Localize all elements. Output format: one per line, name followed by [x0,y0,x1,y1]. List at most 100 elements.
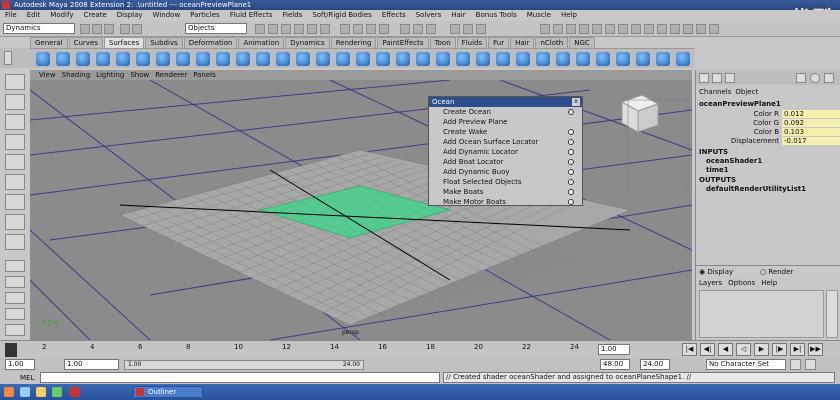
mask-icon[interactable] [268,24,278,34]
nurbs-shelf-tool-icon[interactable] [656,52,670,66]
ocean-menu-item[interactable]: Add Preview Plane [429,117,582,127]
attr-row[interactable]: Color B 0.103 [696,128,840,137]
nurbs-shelf-tool-icon[interactable] [236,52,250,66]
input-line-icon[interactable] [657,24,667,34]
menu-item[interactable]: Solvers [411,10,447,21]
shelf-tab[interactable]: Deformation [183,37,238,48]
menu-item[interactable]: Help [556,10,582,21]
shelf-tab[interactable]: General [30,37,68,48]
quicklaunch-icon[interactable] [52,387,62,397]
layer-render-radio[interactable]: ○ Render [760,268,793,276]
menu-item[interactable]: Particles [185,10,225,21]
close-panel-icon[interactable] [824,73,834,83]
nurbs-shelf-tool-icon[interactable] [296,52,310,66]
nurbs-shelf-tool-icon[interactable] [436,52,450,66]
snap-grid-icon[interactable] [340,24,350,34]
menu-item[interactable]: Muscle [522,10,556,21]
viewport-menu-item[interactable]: Shading [59,70,93,80]
layer-display-radio[interactable]: ◉ Display [699,268,733,276]
nurbs-shelf-tool-icon[interactable] [636,52,650,66]
history-icon[interactable] [413,24,423,34]
save-scene-icon[interactable] [104,24,114,34]
menu-item[interactable]: Window [148,10,186,21]
nurbs-shelf-tool-icon[interactable] [56,52,70,66]
nurbs-shelf-tool-icon[interactable] [396,52,410,66]
history-icon[interactable] [426,24,436,34]
nurbs-shelf-tool-icon[interactable] [36,52,50,66]
menu-item[interactable]: Hair [446,10,470,21]
quicklaunch-icon[interactable] [36,387,46,397]
mask-icon[interactable] [320,24,330,34]
go-to-start-icon[interactable]: |◀ [682,343,697,356]
shelf-tab[interactable]: Dynamics [285,37,330,48]
nurbs-shelf-tool-icon[interactable] [336,52,350,66]
output-node[interactable]: defaultRenderUtilityList1 [706,185,806,193]
layout-two-icon[interactable] [5,292,25,304]
input-line-icon[interactable] [670,24,680,34]
rotate-tool-icon[interactable] [5,154,25,170]
shelf-tab[interactable]: PaintEffects [377,37,429,48]
input-line-icon[interactable] [540,24,550,34]
shelf-tab[interactable]: nCloth [535,37,569,48]
input-line-icon[interactable] [696,24,706,34]
range-slider[interactable]: 1.00 24.00 [124,360,364,370]
menu-item[interactable]: File [0,10,22,21]
perspective-viewport[interactable]: View Shading Lighting Show Renderer Panels [30,70,692,340]
move-tool-icon[interactable] [5,134,25,150]
auto-key-icon[interactable] [790,359,801,370]
layout-graph-icon[interactable] [5,324,25,336]
nurbs-shelf-tool-icon[interactable] [96,52,110,66]
tab-object[interactable]: Object [735,88,758,97]
nurbs-shelf-tool-icon[interactable] [676,52,690,66]
new-scene-icon[interactable] [80,24,90,34]
outliner-task-button[interactable]: Outliner [133,386,203,398]
nurbs-shelf-tool-icon[interactable] [496,52,510,66]
layer-list[interactable] [699,290,824,338]
render-settings-icon[interactable] [476,24,486,34]
nurbs-shelf-tool-icon[interactable] [376,52,390,66]
mask-icon[interactable] [294,24,304,34]
input-line-icon[interactable] [618,24,628,34]
nurbs-shelf-tool-icon[interactable] [516,52,530,66]
nurbs-shelf-tool-icon[interactable] [136,52,150,66]
nurbs-shelf-tool-icon[interactable] [616,52,630,66]
menu-item[interactable]: Fluid Effects [225,10,278,21]
input-line-icon[interactable] [592,24,602,34]
option-box-icon[interactable] [568,129,574,135]
input-node[interactable]: oceanShader1 [706,157,762,165]
selected-object-name[interactable]: oceanPreviewPlane1 [699,100,781,108]
soft-mod-tool-icon[interactable] [5,214,25,230]
menu-item[interactable]: Create [78,10,111,21]
mask-icon[interactable] [255,24,265,34]
go-to-end-icon[interactable]: ▶▶ [808,343,823,356]
tab-channels[interactable]: Channels [699,88,731,97]
start-time-field[interactable]: 1.00 [5,359,35,370]
playback-start-field[interactable]: 1.00 [64,359,119,370]
mel-input[interactable] [40,372,440,383]
viewport-menu-item[interactable]: Show [127,70,152,80]
step-forward-key-icon[interactable]: ▶| [790,343,805,356]
option-box-icon[interactable] [568,199,574,205]
tool-settings-icon[interactable] [796,73,806,83]
select-tool-icon[interactable] [5,74,25,90]
option-box-icon[interactable] [568,179,574,185]
start-icon[interactable] [4,387,14,397]
option-box-icon[interactable] [568,109,574,115]
attr-value[interactable]: 0.012 [782,110,840,118]
shelf-tab[interactable]: Surfaces [103,37,145,48]
play-back-icon[interactable]: ◁ [736,343,751,356]
step-forward-icon[interactable]: |▶ [772,343,787,356]
nurbs-shelf-tool-icon[interactable] [536,52,550,66]
mask-icon[interactable] [307,24,317,34]
shelf-tab[interactable]: Toon [429,37,456,48]
layout-single-icon[interactable] [5,260,25,272]
shelf-tab[interactable]: Subdivs [145,37,183,48]
current-time-field[interactable]: 1.00 [598,344,630,355]
nurbs-shelf-tool-icon[interactable] [576,52,590,66]
end-time-field[interactable]: 48.00 [600,359,630,370]
step-back-key-icon[interactable]: ◀ [718,343,733,356]
snap-curve-icon[interactable] [353,24,363,34]
layer-menu-layers[interactable]: Layers [699,279,722,287]
nurbs-shelf-tool-icon[interactable] [196,52,210,66]
nurbs-shelf-tool-icon[interactable] [476,52,490,66]
